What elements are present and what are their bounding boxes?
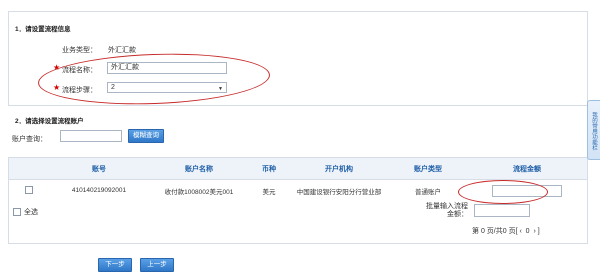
account-table: 账号 账户名称 币种 开户机构 账户类型 流程金额 41014021909200… bbox=[9, 158, 587, 201]
col-header-account-name: 账户名称 bbox=[149, 158, 249, 180]
section1-title: 1．请设置流程信息 bbox=[15, 26, 71, 33]
cell-account: 410140219092001 bbox=[71, 187, 127, 194]
select-all-label: 全选 bbox=[24, 209, 38, 216]
business-type-value: 外汇汇款 bbox=[108, 47, 136, 54]
col-header-currency: 币种 bbox=[249, 158, 289, 180]
cell-account-name: 收付款1008002美元001 bbox=[164, 188, 234, 196]
flow-steps-select[interactable]: 2 ▼ bbox=[107, 82, 227, 93]
col-header-flow-amount: 流程金额 bbox=[467, 158, 587, 180]
batch-amount-label: 批量输入流程 金额： bbox=[388, 203, 468, 219]
prev-step-button[interactable]: 上一步 bbox=[140, 258, 174, 272]
row-checkbox[interactable] bbox=[25, 185, 33, 194]
col-header-account: 账号 bbox=[49, 158, 149, 180]
header-checkbox-col bbox=[9, 158, 49, 180]
required-star-icon: ★ bbox=[53, 63, 61, 72]
cell-currency: 美元 bbox=[262, 188, 276, 196]
table-row: 410140219092001 收付款1008002美元001 美元 中国建设银… bbox=[9, 180, 587, 202]
batch-amount-label-line1: 批量输入流程 bbox=[426, 203, 468, 210]
table-header-row: 账号 账户名称 币种 开户机构 账户类型 流程金额 bbox=[9, 158, 587, 180]
next-step-button[interactable]: 下一步 bbox=[98, 258, 132, 272]
flow-name-input[interactable]: 外汇汇款 bbox=[107, 62, 227, 74]
section2-title: 2．请选择设置流程账户 bbox=[15, 118, 84, 125]
common-functions-side-tab[interactable]: 我的常用功能栏 bbox=[587, 100, 600, 160]
pagination[interactable]: 第 0 页/共0 页[ ‹ 0 › ] bbox=[472, 226, 540, 236]
dropdown-arrow-icon: ▼ bbox=[218, 86, 223, 92]
batch-amount-input[interactable] bbox=[474, 204, 530, 217]
cell-bank: 中国建设银行安阳分行营业部 bbox=[296, 188, 382, 196]
cell-account-type: 普通账户 bbox=[415, 188, 441, 196]
col-header-bank: 开户机构 bbox=[289, 158, 389, 180]
flow-amount-input[interactable] bbox=[492, 184, 562, 197]
business-type-label: 业务类型： bbox=[62, 47, 97, 54]
batch-amount-label-line2: 金额： bbox=[447, 211, 468, 218]
flow-steps-label: 流程步骤： bbox=[62, 87, 97, 94]
account-query-input[interactable] bbox=[60, 130, 122, 142]
required-star-icon: ★ bbox=[53, 83, 61, 92]
flow-steps-value: 2 bbox=[111, 84, 115, 91]
search-button[interactable]: 模糊查询 bbox=[128, 129, 164, 143]
flow-name-label: 流程名称： bbox=[62, 67, 97, 74]
account-query-label: 账户查询： bbox=[12, 136, 47, 143]
select-all-checkbox[interactable] bbox=[13, 208, 21, 216]
col-header-account-type: 账户类型 bbox=[389, 158, 467, 180]
